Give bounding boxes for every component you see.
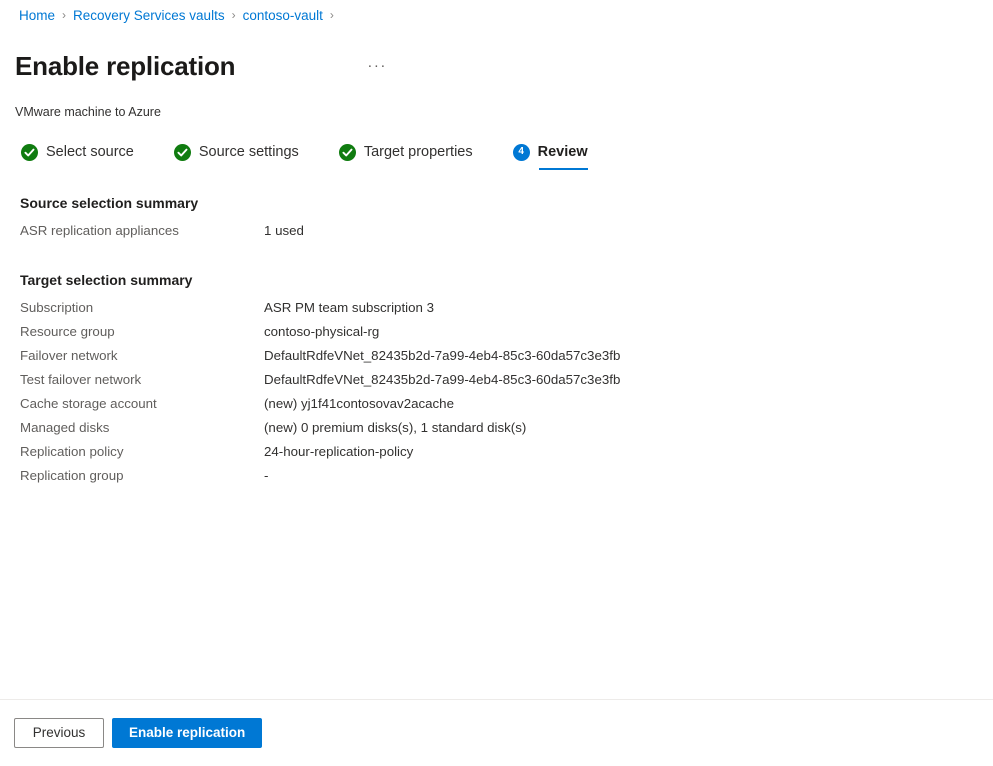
enable-replication-button[interactable]: Enable replication [112,718,263,748]
breadcrumb: Home › Recovery Services vaults › contos… [0,0,993,26]
chevron-right-icon: › [62,8,67,22]
tab-select-source[interactable]: Select source [21,143,134,170]
tab-target-properties[interactable]: Target properties [338,143,473,170]
summary-row-value: 24-hour-replication-policy [264,443,414,459]
summary-row-value: ASR PM team subscription 3 [264,299,434,315]
summary-row-label: Replication policy [20,443,124,459]
source-summary-rows: ASR replication appliances 1 used [20,223,993,247]
summary-row-label: Test failover network [20,371,142,387]
summary-row-value: contoso-physical-rg [264,323,380,339]
check-circle-icon [338,143,356,161]
tab-label: Target properties [363,144,473,161]
summary-row: Resource group contoso-physical-rg [20,324,993,348]
summary-row: Cache storage account (new) yj1f41contos… [20,396,993,420]
summary-row-label: Failover network [20,347,118,363]
summary-row: ASR replication appliances 1 used [20,223,993,247]
summary-row-value: DefaultRdfeVNet_82435b2d-7a99-4eb4-85c3-… [264,371,621,387]
page-title: Enable replication [15,51,236,82]
summary-row: Test failover network DefaultRdfeVNet_82… [20,372,993,396]
tab-label: Source settings [198,144,299,161]
more-options-icon[interactable]: ··· [363,56,391,76]
summary-row-value: 1 used [264,222,304,238]
summary-row-value: (new) 0 premium disks(s), 1 standard dis… [264,419,527,435]
summary-row-value: (new) yj1f41contosovav2acache [264,395,454,411]
chevron-right-icon: › [329,8,334,22]
chevron-right-icon: › [231,8,236,22]
tab-label: Select source [46,144,134,161]
summary-row-label: Resource group [20,323,115,339]
summary-row-label: Managed disks [20,419,110,435]
summary-row: Managed disks (new) 0 premium disks(s), … [20,420,993,444]
check-circle-icon [173,143,191,161]
breadcrumb-item-recovery-services-vaults[interactable]: Recovery Services vaults [73,8,225,23]
tab-source-settings[interactable]: Source settings [173,143,299,170]
summary-row-value: - [264,467,269,483]
tab-label: Review [537,144,588,161]
summary-row-label: Cache storage account [20,395,157,411]
source-summary-heading: Source selection summary [20,194,199,211]
step-number-badge: 4 [512,143,530,161]
wizard-tabs: Select source Source settings Target pro… [0,120,993,170]
breadcrumb-item-home[interactable]: Home [19,8,55,23]
footer-action-bar: Previous Enable replication [0,699,993,766]
tab-review[interactable]: 4 Review [512,143,588,170]
target-summary-heading: Target selection summary [20,271,193,288]
summary-row: Failover network DefaultRdfeVNet_82435b2… [20,348,993,372]
target-summary-rows: Subscription ASR PM team subscription 3 … [20,300,993,492]
summary-row-label: Subscription [20,299,94,315]
summary-row-value: DefaultRdfeVNet_82435b2d-7a99-4eb4-85c3-… [264,347,621,363]
title-row: Enable replication ··· [0,26,993,100]
summary-row: Replication policy 24-hour-replication-p… [20,444,993,468]
summary-row: Subscription ASR PM team subscription 3 [20,300,993,324]
breadcrumb-item-contoso-vault[interactable]: contoso-vault [243,8,323,23]
summary-row-label: ASR replication appliances [20,222,179,238]
summary-row: Replication group - [20,468,993,492]
review-content: Source selection summary ASR replication… [0,193,993,492]
page-subtitle: VMware machine to Azure [15,104,161,119]
check-circle-icon [21,143,38,161]
summary-row-label: Replication group [20,467,124,483]
previous-button[interactable]: Previous [14,718,104,748]
